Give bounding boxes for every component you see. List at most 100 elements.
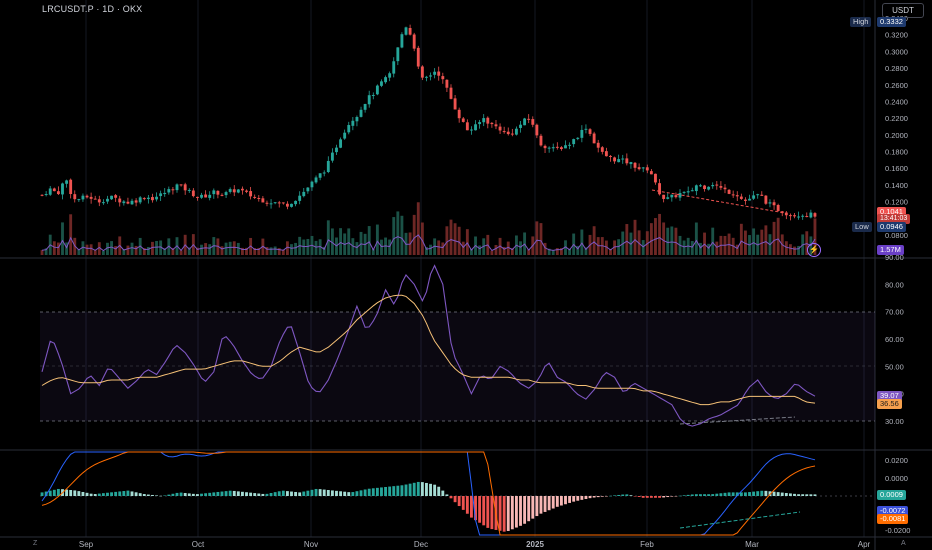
rsi-tick-label: 70.00 <box>885 308 904 317</box>
candle-body <box>412 34 416 49</box>
candle-body <box>408 28 412 35</box>
macd-hist-bar <box>420 482 424 496</box>
candle-body <box>110 195 113 200</box>
time-tick-label: Feb <box>640 540 654 549</box>
candle-body <box>69 179 73 195</box>
candle-body <box>142 198 146 200</box>
volume-bar <box>269 247 273 255</box>
candle-body <box>273 202 277 204</box>
macd-hist-bar <box>433 484 437 496</box>
candle-body <box>756 194 760 196</box>
candle-body <box>527 118 531 120</box>
macd-hist-bar <box>363 489 367 496</box>
time-axis[interactable]: Sep Oct Nov Dec 2025 Feb Mar Apr <box>79 540 871 549</box>
macd-hist-bar <box>682 495 686 496</box>
volume-bar <box>707 243 711 255</box>
candle-body <box>245 190 248 192</box>
candle-body <box>768 202 772 204</box>
candle-body <box>711 185 715 187</box>
macd-hist-bar <box>416 481 420 496</box>
candle-body <box>633 162 637 168</box>
candle-body <box>138 197 142 203</box>
volume-bar <box>314 240 318 255</box>
candle-body <box>531 119 535 125</box>
volume-bar <box>114 246 118 255</box>
currency-button[interactable]: USDT <box>882 3 924 18</box>
candle-body <box>216 190 220 195</box>
candle-body <box>65 180 69 184</box>
candle-body <box>56 191 60 195</box>
volume-bar <box>232 241 236 255</box>
volume-bar <box>200 244 203 255</box>
candle-body <box>416 47 420 67</box>
macd-hist-bar <box>204 493 208 496</box>
timezone-icon[interactable]: Z <box>33 540 37 547</box>
macd-hist-bar <box>711 494 715 496</box>
macd-hist-bar <box>261 493 265 496</box>
candle-body <box>510 133 514 135</box>
macd-hist-bar <box>465 496 469 514</box>
macd-histogram <box>40 481 817 532</box>
candle-body <box>322 172 326 174</box>
candle-body <box>506 131 510 135</box>
lightning-icon[interactable]: ⚡ <box>807 243 821 257</box>
macd-hist-bar <box>674 496 678 497</box>
auto-scale-icon[interactable]: A <box>901 540 906 547</box>
candle-body <box>310 181 314 188</box>
candle-body <box>351 120 355 126</box>
macd-hist-bar <box>645 496 649 498</box>
candle-body <box>748 198 751 201</box>
macd-hist-bar <box>179 492 183 496</box>
candle-body <box>285 203 289 207</box>
candle-body <box>457 109 461 119</box>
candle-body <box>81 195 85 200</box>
candle-body <box>302 191 306 197</box>
macd-hist-bar <box>359 490 363 496</box>
candle-body <box>813 213 817 217</box>
candle-body <box>114 195 118 198</box>
volume-bar <box>654 218 657 255</box>
macd-hist-bar <box>290 491 293 496</box>
macd-trendline <box>679 511 801 529</box>
candle-body <box>519 124 522 128</box>
candle-body <box>384 77 387 83</box>
volume-bar <box>306 238 310 255</box>
volume-bar <box>543 242 547 255</box>
macd-hist-bar <box>723 492 727 496</box>
macd-hist-bar <box>731 492 735 496</box>
macd-hist-bar <box>408 483 412 496</box>
candle-body <box>727 189 731 194</box>
candle-body <box>547 147 551 149</box>
high-value-flag: 0.3332 <box>877 17 906 27</box>
candlestick-series <box>40 24 817 221</box>
price-tick-label: 0.0800 <box>885 231 908 240</box>
volume-bar <box>220 246 224 255</box>
macd-hist-bar <box>772 491 776 496</box>
macd-hist-bar <box>285 491 289 496</box>
volume-bar <box>580 229 584 255</box>
candle-body <box>494 124 498 127</box>
macd-hist-bar <box>130 491 134 496</box>
macd-tick-label: 0.0200 <box>885 456 908 465</box>
candle-body <box>453 98 457 110</box>
candle-body <box>449 87 453 99</box>
candle-body <box>257 197 261 199</box>
macd-hist-bar <box>93 494 97 496</box>
chart-canvas[interactable]: 0.34000.32000.30000.28000.26000.24000.22… <box>0 0 932 550</box>
volume-bar <box>130 242 134 255</box>
macd-hist-bar <box>110 492 113 496</box>
macd-hist-bar <box>138 493 142 496</box>
candle-body <box>629 162 633 165</box>
macd-hist-bar <box>69 490 73 496</box>
macd-hist-bar <box>126 490 130 496</box>
candle-body <box>204 194 208 198</box>
macd-hist-bar <box>326 490 330 496</box>
macd-hist-bar <box>355 491 359 496</box>
candle-body <box>735 195 739 197</box>
candle-body <box>564 145 567 149</box>
symbol-title[interactable]: LRCUSDT.P · 1D · OKX <box>42 4 142 14</box>
volume-bar <box>592 226 596 255</box>
macd-hist-bar <box>48 490 52 496</box>
macd-signal-line <box>41 451 816 536</box>
candle-body <box>277 202 281 204</box>
